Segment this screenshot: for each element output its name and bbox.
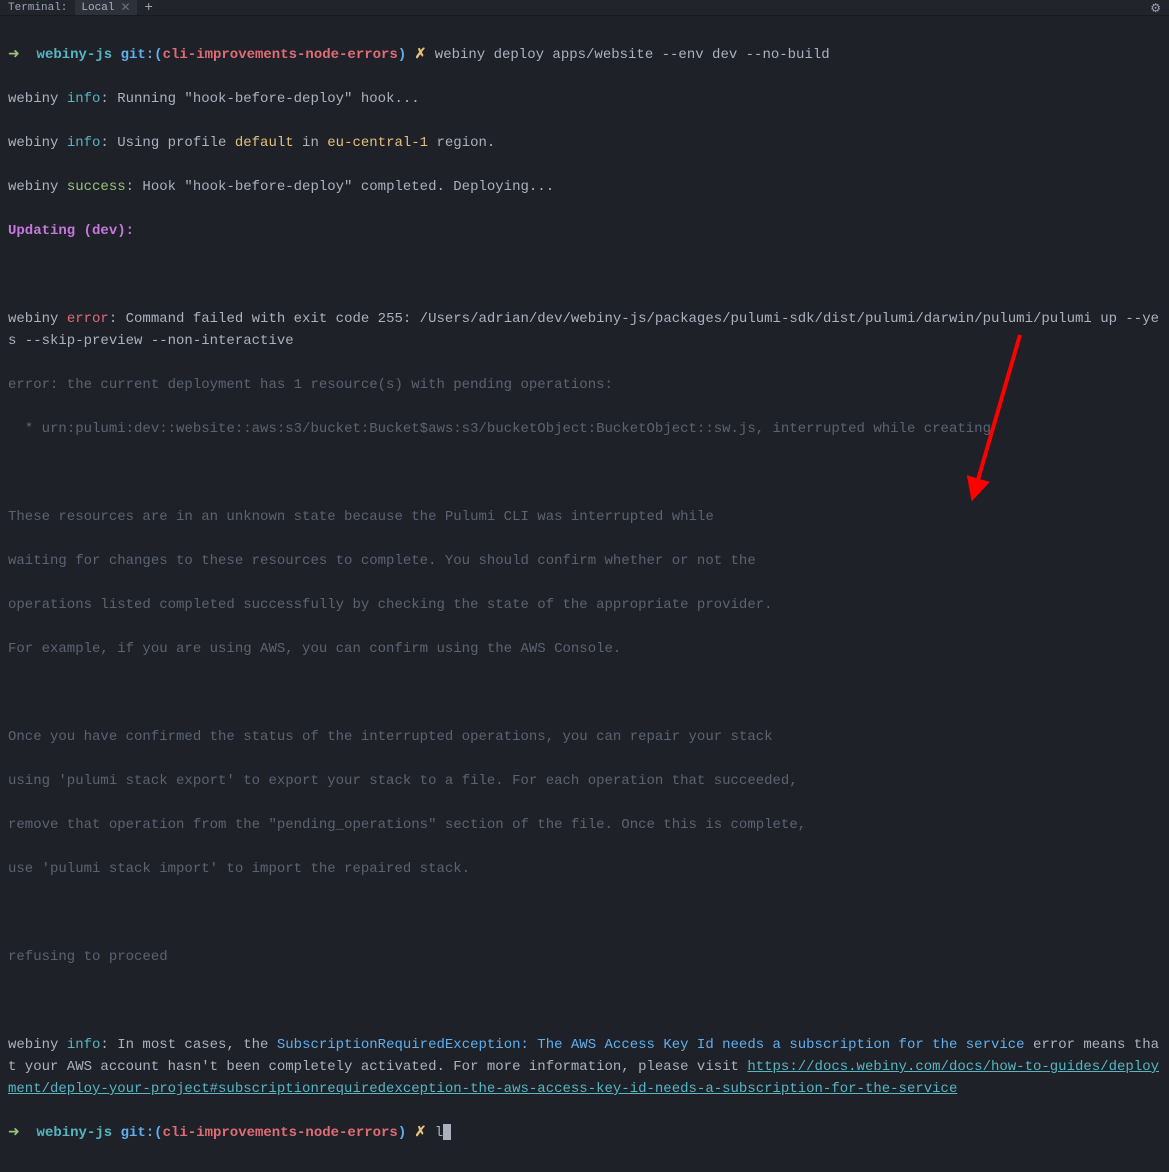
cursor <box>443 1124 451 1140</box>
tab-name: Local <box>81 2 114 14</box>
dirty-mark: ✗ <box>415 47 427 63</box>
dirty-mark: ✗ <box>415 1125 427 1141</box>
blank-line <box>8 990 1161 1012</box>
git-branch: cli-improvements-node-errors <box>163 1125 398 1141</box>
dimmed-line: * urn:pulumi:dev::website::aws:s3/bucket… <box>8 418 1161 440</box>
prompt-line: ➜ webiny-js git:(cli-improvements-node-e… <box>8 44 1161 66</box>
gear-icon[interactable]: ⚙ <box>1150 1 1161 16</box>
output-line: webiny success: Hook "hook-before-deploy… <box>8 176 1161 198</box>
output-line: webiny info: Using profile default in eu… <box>8 132 1161 154</box>
blank-line <box>8 264 1161 286</box>
output-line: webiny error: Command failed with exit c… <box>8 308 1161 352</box>
blank-line <box>8 682 1161 704</box>
command-text: webiny deploy apps/website --env dev --n… <box>435 47 830 63</box>
prompt-line: ➜ webiny-js git:(cli-improvements-node-e… <box>8 1122 1161 1144</box>
output-line: Updating (dev): <box>8 220 1161 242</box>
close-icon[interactable]: ✕ <box>120 0 130 15</box>
git-branch: cli-improvements-node-errors <box>163 47 398 63</box>
git-suffix: ) <box>398 47 406 63</box>
prompt-arrow: ➜ <box>8 1125 20 1141</box>
prompt-arrow: ➜ <box>8 47 20 63</box>
blank-line <box>8 462 1161 484</box>
dimmed-line: remove that operation from the "pending_… <box>8 814 1161 836</box>
dimmed-line: operations listed completed successfully… <box>8 594 1161 616</box>
dimmed-line: error: the current deployment has 1 reso… <box>8 374 1161 396</box>
git-prefix: git:( <box>121 47 163 63</box>
git-suffix: ) <box>398 1125 406 1141</box>
output-line: webiny info: Running "hook-before-deploy… <box>8 88 1161 110</box>
dimmed-line: refusing to proceed <box>8 946 1161 968</box>
plus-icon[interactable]: + <box>137 0 161 16</box>
tab-bar: Terminal: Local ✕ + ⚙ <box>0 0 1169 16</box>
dimmed-line: waiting for changes to these resources t… <box>8 550 1161 572</box>
terminal-output[interactable]: ➜ webiny-js git:(cli-improvements-node-e… <box>0 16 1169 1172</box>
dimmed-line: For example, if you are using AWS, you c… <box>8 638 1161 660</box>
command-text: l <box>435 1125 443 1141</box>
tab-local[interactable]: Local ✕ <box>75 0 136 15</box>
dimmed-line: using 'pulumi stack export' to export yo… <box>8 770 1161 792</box>
dimmed-line: Once you have confirmed the status of th… <box>8 726 1161 748</box>
prompt-dir: webiny-js <box>37 1125 113 1141</box>
output-line: webiny info: In most cases, the Subscrip… <box>8 1034 1161 1100</box>
dimmed-line: use 'pulumi stack import' to import the … <box>8 858 1161 880</box>
dimmed-line: These resources are in an unknown state … <box>8 506 1161 528</box>
terminal-label: Terminal: <box>0 2 75 14</box>
blank-line <box>8 902 1161 924</box>
git-prefix: git:( <box>121 1125 163 1141</box>
prompt-dir: webiny-js <box>37 47 113 63</box>
